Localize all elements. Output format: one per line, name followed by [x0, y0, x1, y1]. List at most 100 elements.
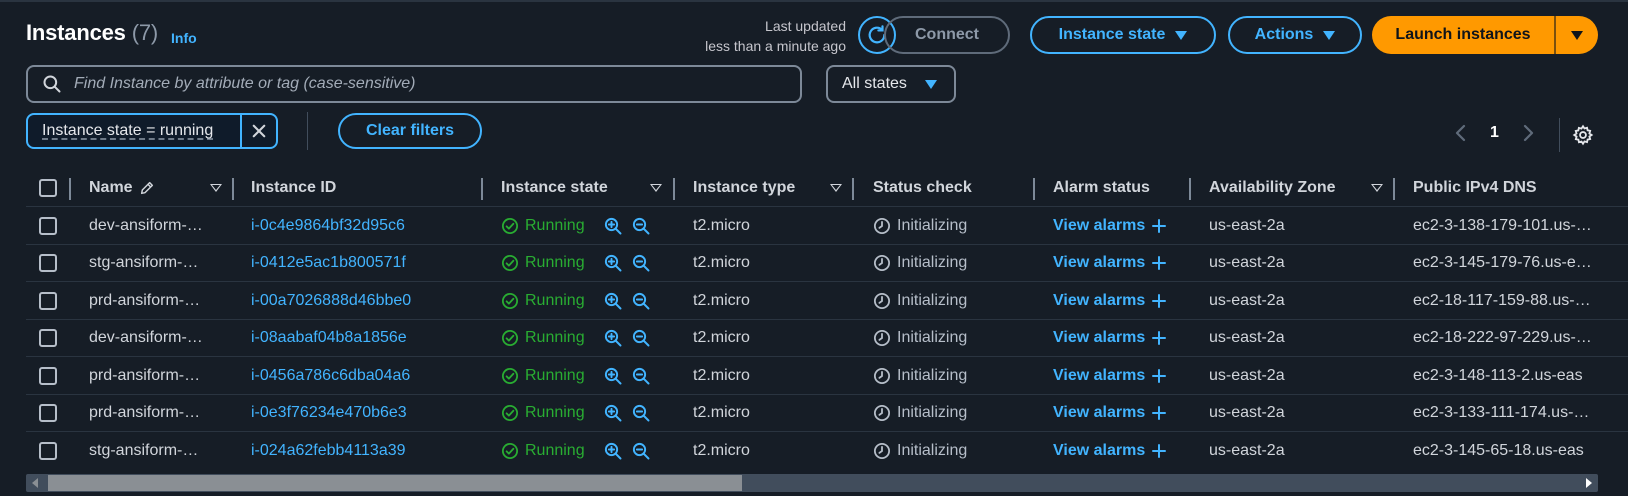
- row-checkbox[interactable]: [39, 357, 57, 394]
- sort-caret-icon[interactable]: [210, 184, 222, 192]
- view-alarms-link[interactable]: View alarms: [1053, 245, 1167, 282]
- zoom-out-icon[interactable]: [632, 217, 650, 235]
- availability-zone: us-east-2a: [1209, 216, 1285, 234]
- column-divider[interactable]: [481, 178, 483, 200]
- horizontal-scrollbar[interactable]: [26, 474, 1598, 492]
- zoom-out-icon[interactable]: [632, 367, 650, 385]
- zoom-out-icon[interactable]: [632, 329, 650, 347]
- column-divider[interactable]: [1189, 178, 1191, 200]
- actions-button[interactable]: Actions: [1228, 16, 1362, 54]
- zoom-in-icon[interactable]: [604, 217, 622, 235]
- checkbox[interactable]: [39, 366, 57, 385]
- zoom-in-icon[interactable]: [604, 254, 622, 272]
- column-header-alarm-status[interactable]: Alarm status: [1053, 173, 1150, 203]
- table-row[interactable]: prd-ansiform-… i-00a7026888d46bbe0 Runni…: [26, 281, 1628, 319]
- remove-filter-button[interactable]: [240, 115, 276, 147]
- checkbox[interactable]: [39, 404, 57, 422]
- scroll-right-arrow-icon[interactable]: [1586, 478, 1592, 488]
- column-divider[interactable]: [673, 178, 675, 200]
- instance-id-link[interactable]: i-024a62febb4113a39: [251, 432, 406, 469]
- column-header-name[interactable]: Name: [89, 173, 155, 203]
- sort-caret-icon[interactable]: [830, 184, 842, 192]
- instance-id-link[interactable]: i-0e3f76234e470b6e3: [251, 395, 407, 432]
- view-alarms-link[interactable]: View alarms: [1053, 432, 1167, 469]
- column-header-instance-type[interactable]: Instance type: [693, 173, 795, 203]
- instance-id-link[interactable]: i-08aabaf04b8a1856e: [251, 320, 407, 357]
- checkbox[interactable]: [39, 254, 57, 272]
- zoom-in-icon[interactable]: [604, 367, 622, 385]
- search-input[interactable]: Find Instance by attribute or tag (case-…: [26, 65, 802, 103]
- view-alarms-link[interactable]: View alarms: [1053, 207, 1167, 244]
- scrollbar-thumb[interactable]: [48, 475, 742, 491]
- zoom-out-icon[interactable]: [632, 254, 650, 272]
- row-checkbox[interactable]: [39, 282, 57, 319]
- launch-options-dropdown[interactable]: [1556, 16, 1598, 54]
- sort-caret-icon[interactable]: [650, 184, 662, 192]
- checkbox[interactable]: [39, 441, 57, 460]
- instance-id-link[interactable]: i-00a7026888d46bbe0: [251, 282, 411, 319]
- chevron-left-icon[interactable]: [1454, 124, 1468, 142]
- sort-caret-icon[interactable]: [1371, 184, 1383, 192]
- column-header-instance-id[interactable]: Instance ID: [251, 173, 336, 203]
- zoom-out-icon[interactable]: [632, 442, 650, 460]
- column-divider[interactable]: [852, 178, 854, 200]
- checkbox[interactable]: [39, 216, 57, 235]
- instance-state-button[interactable]: Instance state: [1030, 16, 1216, 54]
- row-checkbox[interactable]: [39, 207, 57, 244]
- table-row[interactable]: dev-ansiform-… i-0c4e9864bf32d95c6 Runni…: [26, 206, 1628, 244]
- column-header-status-check[interactable]: Status check: [873, 173, 972, 203]
- view-alarms-link[interactable]: View alarms: [1053, 395, 1167, 432]
- zoom-in-icon[interactable]: [604, 329, 622, 347]
- column-divider[interactable]: [232, 178, 234, 200]
- instance-id-link[interactable]: i-0456a786c6dba04a6: [251, 357, 410, 394]
- zoom-out-icon[interactable]: [632, 404, 650, 422]
- row-checkbox[interactable]: [39, 245, 57, 282]
- zoom-in-icon[interactable]: [604, 404, 622, 422]
- table-row[interactable]: dev-ansiform-… i-08aabaf04b8a1856e Runni…: [26, 318, 1628, 357]
- scroll-left-arrow-icon[interactable]: [32, 478, 38, 488]
- launch-instances-button[interactable]: Launch instances: [1372, 16, 1554, 54]
- status-check: Initializing: [873, 207, 967, 244]
- table-row[interactable]: stg-ansiform-… i-024a62febb4113a39 Runni…: [26, 431, 1628, 469]
- instance-type: t2.micro: [693, 366, 750, 384]
- states-select-value: All states: [842, 75, 907, 92]
- gear-icon[interactable]: [1572, 124, 1594, 146]
- zoom-in-icon[interactable]: [604, 442, 622, 460]
- filter-token-label[interactable]: Instance state = running: [28, 122, 240, 140]
- table-row[interactable]: prd-ansiform-… i-0e3f76234e470b6e3 Runni…: [26, 393, 1628, 432]
- row-checkbox[interactable]: [39, 395, 57, 432]
- column-divider[interactable]: [1033, 178, 1035, 200]
- row-checkbox[interactable]: [39, 320, 57, 357]
- clear-filters-button[interactable]: Clear filters: [338, 113, 482, 149]
- states-select[interactable]: All states: [826, 65, 956, 103]
- instance-state: Running: [501, 432, 585, 469]
- row-checkbox[interactable]: [39, 432, 57, 469]
- view-alarms-link[interactable]: View alarms: [1053, 282, 1167, 319]
- column-header-public-ipv4-dns[interactable]: Public IPv4 DNS: [1413, 173, 1537, 203]
- info-link[interactable]: Info: [171, 30, 197, 46]
- checkbox[interactable]: [39, 179, 57, 197]
- column-label: Availability Zone: [1209, 179, 1336, 196]
- view-alarms-link[interactable]: View alarms: [1053, 320, 1167, 357]
- instance-id-link[interactable]: i-0412e5ac1b800571f: [251, 245, 406, 282]
- connect-button[interactable]: Connect: [884, 16, 1010, 54]
- zoom-out-icon[interactable]: [632, 292, 650, 310]
- check-circle-icon: [501, 217, 519, 234]
- table-row[interactable]: prd-ansiform-… i-0456a786c6dba04a6 Runni…: [26, 356, 1628, 394]
- table-row[interactable]: stg-ansiform-… i-0412e5ac1b800571f Runni…: [26, 243, 1628, 282]
- checkbox[interactable]: [39, 329, 57, 347]
- view-alarms-text: View alarms: [1053, 329, 1146, 346]
- column-divider[interactable]: [1393, 178, 1395, 200]
- current-page[interactable]: 1: [1490, 124, 1499, 142]
- plus-icon: [1152, 218, 1167, 233]
- zoom-in-icon[interactable]: [604, 292, 622, 310]
- column-header-instance-state[interactable]: Instance state: [501, 173, 608, 203]
- check-circle-icon: [501, 254, 519, 272]
- instance-id-link[interactable]: i-0c4e9864bf32d95c6: [251, 207, 405, 244]
- checkbox[interactable]: [39, 291, 57, 310]
- select-all-checkbox[interactable]: [39, 173, 57, 203]
- chevron-right-icon[interactable]: [1521, 124, 1535, 142]
- search-placeholder: Find Instance by attribute or tag (case-…: [74, 75, 416, 92]
- view-alarms-link[interactable]: View alarms: [1053, 357, 1167, 394]
- column-header-availability-zone[interactable]: Availability Zone: [1209, 173, 1336, 203]
